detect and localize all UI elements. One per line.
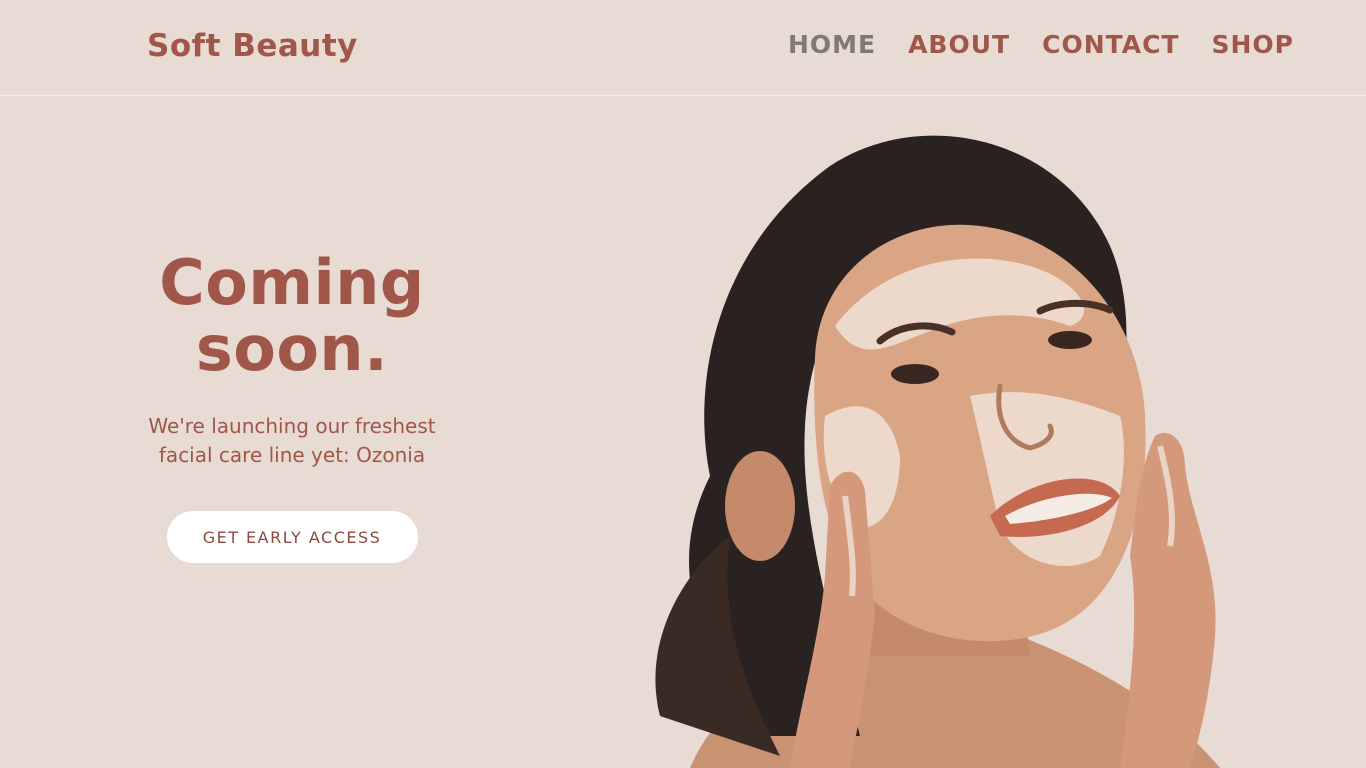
- hero-title-line1: Coming: [159, 246, 425, 319]
- hero-subtitle-line1: We're launching our freshest: [148, 414, 436, 438]
- photo-right-eye: [1048, 331, 1092, 349]
- hero-subtitle-line2: facial care line yet: Ozonia: [158, 443, 426, 467]
- nav-shop-link[interactable]: SHOP: [1211, 30, 1294, 59]
- hero-title: Coming soon.: [112, 250, 472, 382]
- nav-about-link[interactable]: ABOUT: [908, 30, 1010, 59]
- main-nav: HOME ABOUT CONTACT SHOP: [788, 30, 1294, 59]
- get-early-access-button[interactable]: GET EARLY ACCESS: [166, 511, 418, 563]
- site-header: Soft Beauty HOME ABOUT CONTACT SHOP: [0, 0, 1366, 96]
- hero-title-line2: soon.: [195, 312, 389, 385]
- nav-contact-link[interactable]: CONTACT: [1042, 30, 1179, 59]
- photo-ear: [725, 451, 795, 561]
- hero-model-photo: [655, 135, 1220, 768]
- hero-section: Coming soon. We're launching our freshes…: [112, 250, 472, 563]
- photo-left-eye: [891, 364, 939, 384]
- hero-subtitle: We're launching our freshest facial care…: [112, 412, 472, 470]
- brand-logo[interactable]: Soft Beauty: [147, 28, 358, 64]
- nav-home-link[interactable]: HOME: [788, 30, 876, 59]
